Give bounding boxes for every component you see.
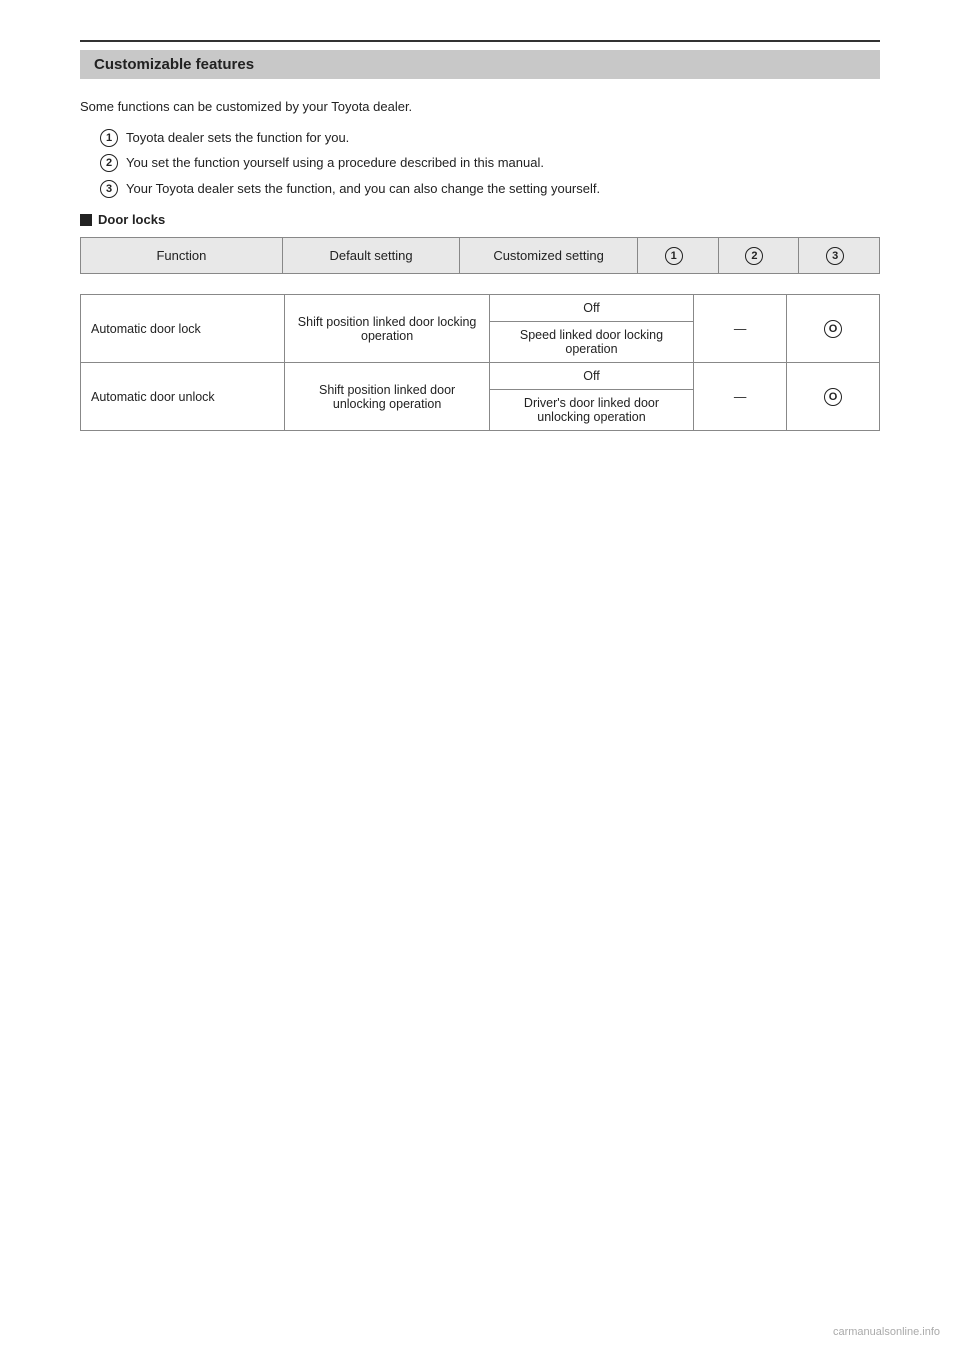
list-item-2: 2 You set the function yourself using a … (100, 153, 880, 173)
list-item-3: 3 Your Toyota dealer sets the function, … (100, 179, 880, 199)
black-square-icon (80, 214, 92, 226)
top-rule (80, 40, 880, 42)
header-circle-2: 2 (745, 247, 763, 265)
col-num1: 1 (637, 238, 718, 274)
opt-speed-lock: Speed linked door locking operation (489, 322, 693, 363)
table-row: Automatic door unlock Shift position lin… (81, 363, 880, 390)
numbered-list: 1 Toyota dealer sets the function for yo… (100, 128, 880, 199)
default-auto-lock: Shift position linked door locking opera… (285, 295, 489, 363)
opt-driver-unlock: Driver's door linked door unlocking oper… (489, 390, 693, 431)
opt-off-lock: Off (489, 295, 693, 322)
function-auto-lock: Automatic door lock (81, 295, 285, 363)
table-row: Automatic door lock Shift position linke… (81, 295, 880, 322)
header-table: Function Default setting Customized sett… (80, 237, 880, 274)
sub-heading-text: Door locks (98, 212, 165, 227)
list-item-1-text: Toyota dealer sets the function for you. (126, 128, 349, 148)
circle-o-auto-unlock: O (824, 388, 842, 406)
col-function: Function (81, 238, 283, 274)
section-header: Customizable features (80, 50, 880, 79)
dash-auto-unlock: — (694, 363, 787, 431)
list-item-1: 1 Toyota dealer sets the function for yo… (100, 128, 880, 148)
circle-auto-lock: O (787, 295, 880, 363)
circle-auto-unlock: O (787, 363, 880, 431)
circle-1: 1 (100, 129, 118, 147)
list-item-3-text: Your Toyota dealer sets the function, an… (126, 179, 600, 199)
col-num3: 3 (799, 238, 880, 274)
list-item-2-text: You set the function yourself using a pr… (126, 153, 544, 173)
data-table: Automatic door lock Shift position linke… (80, 294, 880, 431)
circle-2: 2 (100, 154, 118, 172)
default-auto-unlock: Shift position linked door unlocking ope… (285, 363, 489, 431)
circle-3: 3 (100, 180, 118, 198)
col-num2: 2 (718, 238, 799, 274)
header-circle-1: 1 (665, 247, 683, 265)
page-container: Customizable features Some functions can… (0, 0, 960, 1358)
col-default: Default setting (282, 238, 460, 274)
opt-off-unlock: Off (489, 363, 693, 390)
col-customized: Customized setting (460, 238, 638, 274)
dash-auto-lock: — (694, 295, 787, 363)
header-circle-3: 3 (826, 247, 844, 265)
watermark: carmanualsonline.info (833, 1326, 940, 1338)
circle-o-auto-lock: O (824, 320, 842, 338)
function-auto-unlock: Automatic door unlock (81, 363, 285, 431)
sub-heading: Door locks (80, 212, 880, 227)
intro-text: Some functions can be customized by your… (80, 97, 880, 118)
